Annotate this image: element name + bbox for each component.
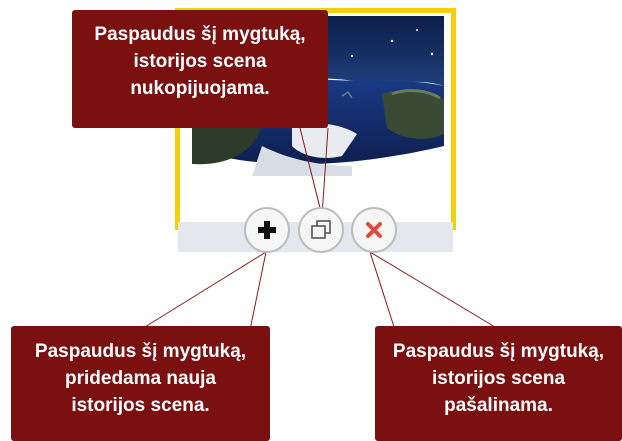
pointer-line-delete: [369, 251, 396, 331]
pointer-line-delete-2: [369, 251, 501, 331]
duplicate-icon: [311, 220, 331, 239]
callout-duplicate-line-1: Paspaudus šį mygtuką,: [94, 24, 306, 45]
callout-delete-line-2: istorijos scena: [431, 368, 566, 389]
pointer-line-add-2: [249, 251, 267, 331]
callout-duplicate-line-2: istorijos scena: [133, 51, 267, 72]
pointer-line-add: [139, 251, 267, 331]
callout-duplicate-line-3: nukopijuojama.: [130, 78, 270, 99]
delete-scene-button[interactable]: [351, 207, 397, 253]
duplicate-scene-button[interactable]: [298, 207, 344, 253]
callout-add-line-1: Paspaudus šį mygtuką,: [34, 341, 247, 362]
close-icon: [366, 222, 382, 238]
callout-add: Paspaudus šį mygtuką, pridedama nauja is…: [11, 326, 270, 441]
pointer-line-duplicate: [299, 127, 323, 217]
callout-add-line-2: pridedama nauja: [65, 368, 216, 389]
callout-delete-line-1: Paspaudus šį mygtuką,: [392, 341, 605, 362]
add-scene-button[interactable]: [244, 207, 290, 253]
callout-duplicate: Paspaudus šį mygtuką, istorijos scena nu…: [72, 10, 328, 128]
callout-add-line-3: istorijos scena.: [71, 395, 210, 416]
pointer-line-duplicate-2: [321, 127, 329, 217]
callout-delete-line-3: pašalinama.: [444, 395, 553, 416]
callout-delete: Paspaudus šį mygtuką, istorijos scena pa…: [375, 326, 622, 441]
plus-icon: [258, 221, 276, 239]
